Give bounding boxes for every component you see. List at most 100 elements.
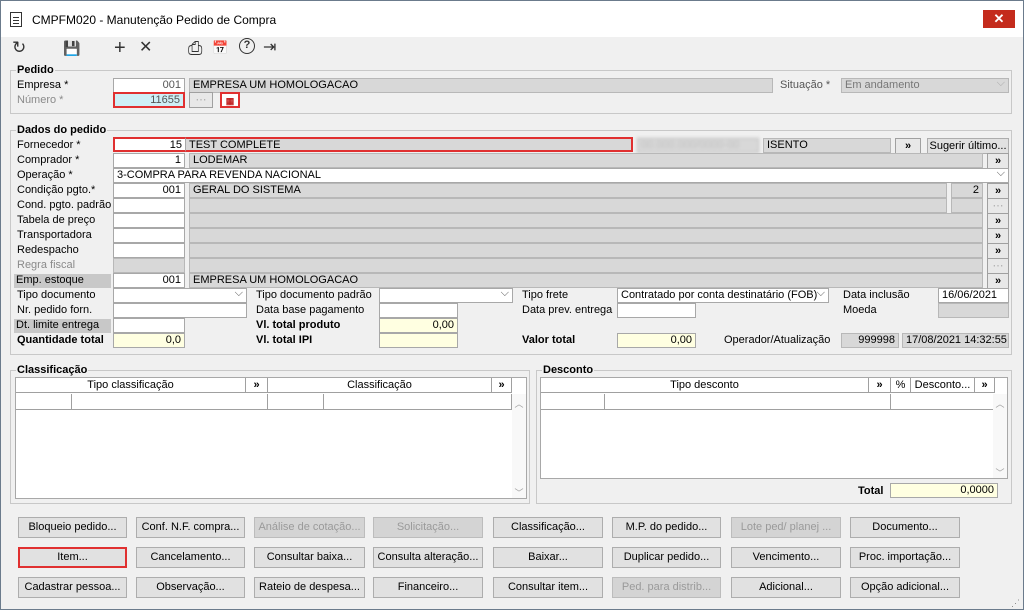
condicao-code-field[interactable]: 001 (113, 183, 185, 198)
desconto-more-button[interactable]: » (975, 378, 995, 393)
empresa-code-field[interactable]: 001 (113, 78, 185, 93)
print-icon[interactable]: ⎙ (188, 37, 202, 61)
percent-header[interactable]: % (891, 378, 911, 393)
cond-padrao-search-button[interactable]: ⋯ (987, 198, 1009, 214)
tipo-doc-label: Tipo documento (17, 289, 96, 301)
grid-cell[interactable] (268, 394, 324, 410)
tabela-more-button[interactable]: » (987, 213, 1009, 229)
proc-importacao-button[interactable]: Proc. importação... (850, 547, 960, 568)
tipo-desconto-more-button[interactable]: » (869, 378, 891, 393)
numero-grid-icon[interactable]: ▦ (220, 92, 240, 108)
opcao-adicional-button[interactable]: Opção adicional... (850, 577, 960, 598)
consultar-item-button[interactable]: Consultar item... (493, 577, 603, 598)
tabela-code-field[interactable] (113, 213, 185, 228)
financeiro-button[interactable]: Financeiro... (373, 577, 483, 598)
transportadora-more-button[interactable]: » (987, 228, 1009, 244)
adicional-button[interactable]: Adicional... (731, 577, 841, 598)
emp-estoque-more-button[interactable]: » (987, 273, 1009, 289)
tipo-classificacao-header[interactable]: Tipo classificação (16, 378, 246, 393)
emp-estoque-label: Emp. estoque (14, 274, 111, 288)
transportadora-code-field[interactable] (113, 228, 185, 243)
calendar-icon[interactable]: 📅 (212, 37, 228, 61)
emp-estoque-code-field[interactable]: 001 (113, 273, 185, 288)
situacao-select[interactable]: Em andamento (841, 78, 1009, 93)
conf-nf-compra-button[interactable]: Conf. N.F. compra... (136, 517, 245, 538)
refresh-icon[interactable]: ↻ (12, 37, 26, 61)
bloqueio-pedido-button[interactable]: Bloqueio pedido... (18, 517, 127, 538)
tipo-frete-label: Tipo frete (522, 289, 569, 301)
save-icon[interactable]: 💾 (63, 37, 80, 61)
comprador-code-field[interactable]: 1 (113, 153, 185, 168)
dt-limite-field[interactable] (113, 318, 185, 333)
observacao-button[interactable]: Observação... (136, 577, 245, 598)
consulta-alteracao-button[interactable]: Consulta alteração... (373, 547, 483, 568)
grid-cell[interactable] (16, 394, 72, 410)
classificacao-button[interactable]: Classificação... (493, 517, 603, 538)
situacao-label: Situação * (780, 79, 831, 91)
tipo-doc-select[interactable] (113, 288, 247, 303)
operador-field: 999998 (841, 333, 899, 348)
fornecedor-doc-field: 00.000.000/0000-00 (637, 138, 759, 153)
pedido-title: Pedido (16, 64, 55, 76)
help-icon[interactable]: ? (239, 38, 255, 54)
condicao-more-button[interactable]: » (987, 183, 1009, 199)
vl-total-produto-field: 0,00 (379, 318, 458, 333)
add-icon[interactable]: + (114, 37, 126, 61)
empresa-label: Empresa * (17, 79, 69, 91)
data-prev-label: Data prev. entrega (522, 304, 613, 316)
classificacao-scrollbar[interactable]: ︿ ﹀ (512, 394, 526, 498)
classificacao-more-button[interactable]: » (492, 378, 512, 393)
cond-padrao-code-field[interactable] (113, 198, 185, 213)
tipo-classificacao-more-button[interactable]: » (246, 378, 268, 393)
desconto-grid[interactable]: Tipo desconto » % Desconto... » ︿ ﹀ (540, 377, 1008, 479)
isento-field: ISENTO (763, 138, 891, 153)
vl-total-produto-label: Vl. total produto (256, 319, 341, 331)
cadastrar-pessoa-button[interactable]: Cadastrar pessoa... (18, 577, 127, 598)
mp-pedido-button[interactable]: M.P. do pedido... (612, 517, 721, 538)
quantidade-label: Quantidade total (17, 334, 104, 346)
fornecedor-code-field[interactable]: 15 (113, 137, 185, 152)
moeda-label: Moeda (843, 304, 877, 316)
duplicar-pedido-button[interactable]: Duplicar pedido... (612, 547, 721, 568)
sugerir-button[interactable]: Sugerir último... (927, 138, 1009, 154)
desconto-header[interactable]: Desconto... (911, 378, 975, 393)
close-button[interactable]: ✕ (983, 10, 1015, 28)
nr-pedido-field[interactable] (113, 303, 247, 318)
grid-cell[interactable] (605, 394, 891, 410)
cancelamento-button[interactable]: Cancelamento... (136, 547, 245, 568)
data-prev-field[interactable] (617, 303, 696, 318)
comprador-more-button[interactable]: » (987, 153, 1009, 169)
data-base-field[interactable] (379, 303, 458, 318)
tabela-label: Tabela de preço (17, 214, 96, 226)
redespacho-code-field[interactable] (113, 243, 185, 258)
numero-search-button[interactable]: ⋯ (189, 92, 213, 108)
classificacao-header[interactable]: Classificação (268, 378, 492, 393)
item-button[interactable]: Item... (18, 547, 127, 568)
rateio-despesa-button[interactable]: Rateio de despesa... (254, 577, 365, 598)
vl-total-ipi-label: Vl. total IPI (256, 334, 313, 346)
emp-estoque-name-field: EMPRESA UM HOMOLOGACAO (189, 273, 983, 288)
grid-cell[interactable] (541, 394, 605, 410)
documento-button[interactable]: Documento... (850, 517, 960, 538)
vencimento-button[interactable]: Vencimento... (731, 547, 841, 568)
desconto-scrollbar[interactable]: ︿ ﹀ (993, 394, 1007, 478)
baixar-button[interactable]: Baixar... (493, 547, 603, 568)
grid-cell[interactable] (891, 394, 995, 410)
exit-icon[interactable]: ⇥ (263, 37, 276, 61)
delete-icon[interactable]: ✕ (139, 37, 152, 61)
resize-grip-icon[interactable]: ⋰ (1011, 597, 1023, 609)
total-label: Total (858, 485, 884, 497)
fornecedor-more-button[interactable]: » (895, 138, 921, 154)
comprador-label: Comprador * (17, 154, 80, 166)
numero-field[interactable]: 11655 (113, 92, 185, 108)
consultar-baixa-button[interactable]: Consultar baixa... (254, 547, 365, 568)
redespacho-more-button[interactable]: » (987, 243, 1009, 259)
grid-cell[interactable] (324, 394, 512, 410)
tipo-desconto-header[interactable]: Tipo desconto (541, 378, 869, 393)
tipo-doc-padrao-select[interactable] (379, 288, 513, 303)
data-inclusao-field[interactable]: 16/06/2021 (938, 288, 1009, 303)
classificacao-grid[interactable]: Tipo classificação » Classificação » ︿ ﹀ (15, 377, 527, 499)
tipo-frete-select[interactable]: Contratado por conta destinatário (FOB) (617, 288, 829, 303)
grid-cell[interactable] (72, 394, 268, 410)
operacao-select[interactable]: 3-COMPRA PARA REVENDA NACIONAL (113, 168, 1009, 183)
